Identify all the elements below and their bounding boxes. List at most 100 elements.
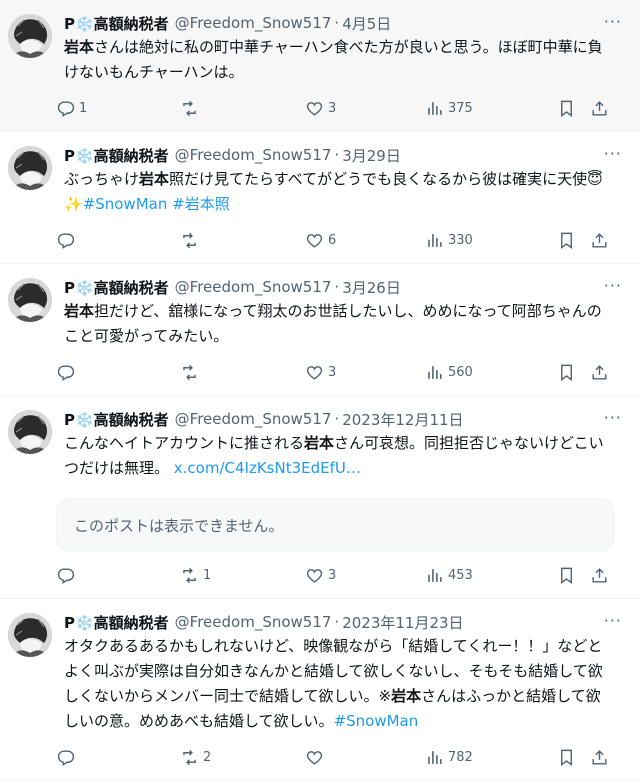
tweet[interactable]: P❄️高額納税者 @Freedom_Snow517 · 3月26日 ··· 岩本… bbox=[0, 264, 640, 396]
views-count: 560 bbox=[448, 364, 473, 380]
user-handle[interactable]: @Freedom_Snow517 bbox=[175, 410, 332, 428]
highlighted-term: 岩本 bbox=[64, 38, 95, 56]
views-button[interactable]: 453 bbox=[425, 566, 557, 585]
like-count: 3 bbox=[327, 364, 337, 380]
more-icon[interactable]: ··· bbox=[604, 12, 622, 31]
tweet[interactable]: P❄️高額納税者 @Freedom_Snow517 · 4月5日 ··· 岩本さ… bbox=[0, 0, 640, 132]
avatar-image bbox=[8, 410, 52, 454]
display-name[interactable]: P❄️高額納税者 bbox=[64, 13, 169, 34]
reply-icon bbox=[57, 364, 75, 381]
tweet-date[interactable]: 4月5日 bbox=[342, 13, 391, 34]
tweet-date[interactable]: 3月29日 bbox=[342, 145, 401, 166]
like-count: 6 bbox=[327, 232, 337, 248]
views-count: 330 bbox=[448, 232, 473, 248]
hashtag-link[interactable]: #SnowMan bbox=[83, 195, 168, 213]
tweet-text: 岩本さんは絶対に私の町中華チャーハン食べた方が良いと思う。ほぼ町中華に負けないも… bbox=[64, 35, 624, 85]
more-icon[interactable]: ··· bbox=[604, 276, 622, 295]
user-handle[interactable]: @Freedom_Snow517 bbox=[175, 613, 332, 631]
share-button[interactable] bbox=[590, 748, 610, 767]
user-handle[interactable]: @Freedom_Snow517 bbox=[175, 146, 332, 164]
text-segment: ぶっちゃけ bbox=[64, 170, 140, 188]
like-button[interactable]: 3 bbox=[305, 363, 425, 382]
tweet-header: P❄️高額納税者 @Freedom_Snow517 · 2023年12月11日 bbox=[64, 408, 624, 430]
like-button[interactable]: 3 bbox=[305, 566, 425, 585]
tweet-text: 岩本担だけど、舘様になって翔太のお世話したいし、めめになって阿部ちゃんのこと可愛… bbox=[64, 299, 624, 349]
retweet-icon bbox=[183, 567, 196, 583]
tweet-date[interactable]: 2023年11月23日 bbox=[342, 612, 463, 633]
tweet-date[interactable]: 3月26日 bbox=[342, 277, 401, 298]
bookmark-icon bbox=[560, 232, 572, 249]
hashtag-link[interactable]: #SnowMan bbox=[334, 712, 419, 730]
more-icon[interactable]: ··· bbox=[604, 144, 622, 163]
tweet-header: P❄️高額納税者 @Freedom_Snow517 · 2023年11月23日 bbox=[64, 611, 624, 633]
share-button[interactable] bbox=[590, 566, 610, 585]
bookmark-button[interactable] bbox=[557, 99, 590, 118]
retweet-icon bbox=[183, 232, 196, 248]
views-button[interactable]: 330 bbox=[425, 231, 557, 250]
tweet[interactable]: P❄️高額納税者 @Freedom_Snow517 · 3月29日 ··· ぶっ… bbox=[0, 132, 640, 264]
action-bar: 3 560 bbox=[56, 349, 624, 395]
tweet[interactable]: P❄️高額納税者 @Freedom_Snow517 · 2023年11月23日 … bbox=[0, 599, 640, 781]
highlighted-term: 岩本 bbox=[139, 170, 170, 188]
action-bar: 6 330 bbox=[56, 217, 624, 263]
share-button[interactable] bbox=[590, 363, 610, 382]
avatar-image bbox=[8, 146, 52, 190]
bookmark-button[interactable] bbox=[557, 566, 590, 585]
reply-button[interactable] bbox=[56, 748, 180, 767]
avatar[interactable] bbox=[8, 146, 52, 190]
retweet-button[interactable] bbox=[180, 99, 305, 118]
bookmark-button[interactable] bbox=[557, 748, 590, 767]
share-icon bbox=[592, 232, 607, 248]
tweet-date[interactable]: 2023年12月11日 bbox=[342, 409, 463, 430]
retweet-button[interactable] bbox=[180, 363, 305, 382]
hashtag-link[interactable]: x.com/C4IzKsNt3EdEfU… bbox=[174, 459, 361, 477]
retweet-count: 2 bbox=[202, 749, 212, 765]
avatar-image bbox=[8, 14, 52, 58]
bookmark-button[interactable] bbox=[557, 231, 590, 250]
tweet-text: こんなヘイトアカウントに推される岩本さん可哀想。同担拒否じゃないけどこいつだけは… bbox=[64, 431, 624, 481]
action-bar: 1 3 453 bbox=[56, 552, 624, 598]
bookmark-button[interactable] bbox=[557, 363, 590, 382]
display-name[interactable]: P❄️高額納税者 bbox=[64, 277, 169, 298]
reply-count: 1 bbox=[79, 100, 88, 116]
retweet-button[interactable]: 1 bbox=[180, 566, 305, 585]
display-name[interactable]: P❄️高額納税者 bbox=[64, 409, 169, 430]
display-name[interactable]: P❄️高額納税者 bbox=[64, 145, 169, 166]
user-handle[interactable]: @Freedom_Snow517 bbox=[175, 278, 332, 296]
share-icon bbox=[592, 749, 607, 765]
reply-button[interactable] bbox=[56, 231, 180, 250]
reply-icon bbox=[57, 567, 75, 584]
separator-dot: · bbox=[334, 410, 340, 428]
retweet-button[interactable]: 2 bbox=[180, 748, 305, 767]
avatar[interactable] bbox=[8, 278, 52, 322]
avatar[interactable] bbox=[8, 613, 52, 657]
share-button[interactable] bbox=[590, 99, 610, 118]
user-handle[interactable]: @Freedom_Snow517 bbox=[175, 14, 332, 32]
like-button[interactable]: 6 bbox=[305, 231, 425, 250]
tweet-feed: P❄️高額納税者 @Freedom_Snow517 · 4月5日 ··· 岩本さ… bbox=[0, 0, 640, 781]
views-button[interactable]: 375 bbox=[425, 99, 557, 118]
avatar-image bbox=[8, 278, 52, 322]
like-button[interactable] bbox=[305, 748, 425, 767]
more-icon[interactable]: ··· bbox=[604, 611, 622, 630]
more-icon[interactable]: ··· bbox=[604, 408, 622, 427]
avatar[interactable] bbox=[8, 410, 52, 454]
views-button[interactable]: 782 bbox=[425, 748, 557, 767]
separator-dot: · bbox=[334, 613, 340, 631]
reply-button[interactable] bbox=[56, 566, 180, 585]
share-button[interactable] bbox=[590, 231, 610, 250]
like-button[interactable]: 3 bbox=[305, 99, 425, 118]
views-icon bbox=[428, 233, 442, 247]
avatar[interactable] bbox=[8, 14, 52, 58]
unavailable-quote-card[interactable]: このポストは表示できません。 bbox=[56, 498, 614, 552]
display-name[interactable]: P❄️高額納税者 bbox=[64, 612, 169, 633]
reply-button[interactable] bbox=[56, 363, 180, 382]
share-icon bbox=[592, 100, 607, 116]
views-button[interactable]: 560 bbox=[425, 363, 557, 382]
retweet-button[interactable] bbox=[180, 231, 305, 250]
hashtag-link[interactable]: #岩本照 bbox=[172, 195, 230, 213]
tweet-text: オタクあるあるかもしれないけど、映像観ながら「結婚してくれー！！」などとよく叫ぶ… bbox=[64, 634, 624, 734]
tweet[interactable]: P❄️高額納税者 @Freedom_Snow517 · 2023年12月11日 … bbox=[0, 396, 640, 599]
text-segment: こんなヘイトアカウントに推される bbox=[64, 434, 305, 452]
reply-button[interactable]: 1 bbox=[56, 99, 180, 118]
